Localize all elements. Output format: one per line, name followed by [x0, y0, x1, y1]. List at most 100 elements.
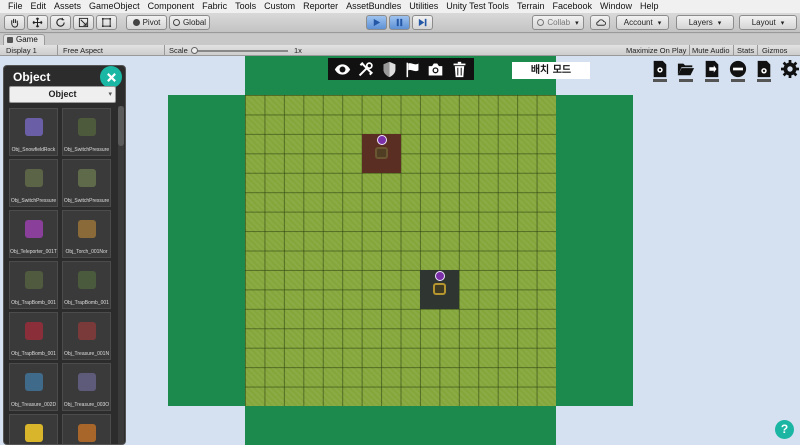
object-palette-item[interactable]: Obj_TrapBomb_001	[9, 312, 58, 360]
account-label: Account	[623, 18, 653, 27]
category-dropdown[interactable]: Object ▾	[9, 86, 116, 103]
game-view[interactable]: 배치 모드 ? Object Object ▾ Obj_SnowfieldRoc…	[0, 56, 800, 445]
global-toggle[interactable]: Global	[169, 15, 210, 30]
close-panel-button[interactable]	[100, 66, 122, 88]
menu-file[interactable]: File	[4, 0, 27, 13]
object-palette-item[interactable]: Obj_Teleporter_001T	[9, 210, 58, 258]
object-label: Obj_SwitchPressure	[63, 147, 110, 153]
menu-window[interactable]: Window	[596, 0, 636, 13]
object-palette-item[interactable]: Obj_TrapBomb_001	[9, 261, 58, 309]
export-button[interactable]	[701, 60, 723, 84]
gizmos-dropdown[interactable]: Gizmos	[762, 45, 787, 56]
camera-icon[interactable]	[427, 60, 445, 78]
menu-fabric[interactable]: Fabric	[198, 0, 231, 13]
collab-icon	[537, 19, 545, 26]
object-palette-item[interactable]: Obj_Torch_001Nor	[62, 210, 111, 258]
aspect-dropdown[interactable]: Free Aspect	[63, 45, 165, 56]
menu-unity-test-tools[interactable]: Unity Test Tools	[442, 0, 513, 13]
maximize-on-play-toggle[interactable]: Maximize On Play	[626, 45, 691, 56]
placed-object-tile[interactable]	[420, 270, 459, 309]
object-palette-item[interactable]: Obj_TrapBomb_001	[62, 261, 111, 309]
hand-tool-button[interactable]	[4, 15, 25, 30]
gear-icon	[781, 60, 799, 78]
object-palette-item[interactable]: Obj_SwitchPressure	[62, 108, 111, 156]
display-dropdown[interactable]: Display 1	[6, 45, 58, 56]
menu-terrain[interactable]: Terrain	[513, 0, 549, 13]
tile-grid[interactable]	[245, 95, 556, 406]
help-button[interactable]: ?	[775, 420, 794, 439]
pivot-label: Pivot	[142, 18, 161, 27]
stats-toggle[interactable]: Stats	[737, 45, 759, 56]
panel-title: Object	[13, 70, 51, 84]
object-label: Obj_Treasure_003O	[63, 402, 110, 408]
layers-dropdown[interactable]: Layers ▾	[676, 15, 734, 30]
tools-icon[interactable]	[357, 60, 375, 78]
account-dropdown[interactable]: Account ▾	[616, 15, 669, 30]
object-label: Obj_SwitchPressure	[63, 198, 110, 204]
object-palette-item[interactable]: Obj_Treasure_002D	[9, 363, 58, 411]
settings-doc-icon	[653, 60, 667, 78]
menu-help[interactable]: Help	[636, 0, 663, 13]
object-palette-item[interactable]	[62, 414, 111, 444]
object-palette-item[interactable]: Obj_Treasure_001N	[62, 312, 111, 360]
cloud-icon	[595, 19, 606, 26]
move-tool-button[interactable]	[27, 15, 48, 30]
shield-icon[interactable]	[380, 60, 398, 78]
menu-component[interactable]: Component	[144, 0, 199, 13]
menu-assets[interactable]: Assets	[50, 0, 85, 13]
step-button[interactable]	[412, 15, 433, 30]
menu-reporter[interactable]: Reporter	[299, 0, 342, 13]
play-button[interactable]	[366, 15, 387, 30]
pause-button[interactable]	[389, 15, 410, 30]
settings-button[interactable]	[779, 60, 800, 84]
placement-mode-label: 배치 모드	[512, 62, 590, 79]
object-palette-item[interactable]: Obj_SnowfieldRock	[9, 108, 58, 156]
remove-button[interactable]	[727, 60, 749, 84]
palette-scrollbar[interactable]	[118, 106, 124, 444]
mute-audio-toggle[interactable]: Mute Audio	[692, 45, 734, 56]
pivot-toggle[interactable]: Pivot	[126, 15, 167, 30]
menu-assetbundles[interactable]: AssetBundles	[342, 0, 405, 13]
scale-slider-track[interactable]	[196, 50, 288, 52]
menu-gameobject[interactable]: GameObject	[85, 0, 144, 13]
flag-icon[interactable]	[404, 60, 422, 78]
object-thumbnail	[78, 373, 96, 391]
object-palette-item[interactable]: Obj_Treasure_003O	[62, 363, 111, 411]
menu-facebook[interactable]: Facebook	[548, 0, 596, 13]
menu-edit[interactable]: Edit	[27, 0, 51, 13]
palette-scrollbar-thumb[interactable]	[118, 106, 124, 146]
eye-icon[interactable]	[334, 60, 352, 78]
tab-game[interactable]: Game	[3, 34, 45, 45]
rotate-tool-button[interactable]	[50, 15, 71, 30]
chevron-down-icon: ▾	[780, 19, 785, 27]
object-label: Obj_TrapBomb_001	[64, 300, 109, 306]
object-palette-item[interactable]: Obj_SwitchPressure	[62, 159, 111, 207]
object-grid: Obj_SnowfieldRock Obj_SwitchPressure Obj_S…	[9, 108, 113, 444]
open-folder-button[interactable]	[675, 60, 697, 84]
layers-label: Layers	[688, 18, 713, 27]
folder-icon	[677, 63, 695, 76]
doc-settings-button[interactable]	[753, 60, 775, 84]
object-label: Obj_Treasure_001N	[63, 351, 110, 357]
settings-doc-button[interactable]	[649, 60, 671, 84]
unity-editor-window: File Edit Assets GameObject Component Fa…	[0, 0, 800, 445]
rect-tool-button[interactable]	[96, 15, 117, 30]
scale-slider-thumb[interactable]	[191, 47, 198, 54]
main-toolbar: Pivot Global Collab ▾ Account ▾ Layers ▾…	[0, 13, 800, 33]
object-palette-item[interactable]	[9, 414, 58, 444]
minus-icon	[729, 60, 747, 78]
trash-icon[interactable]	[450, 60, 468, 78]
cloud-button[interactable]	[590, 15, 610, 30]
globe-icon	[172, 19, 180, 26]
placed-object-tile[interactable]	[362, 134, 401, 173]
collab-button[interactable]: Collab ▾	[532, 15, 584, 30]
layout-dropdown[interactable]: Layout ▾	[739, 15, 797, 30]
menu-tools[interactable]: Tools	[231, 0, 260, 13]
object-palette-item[interactable]: Obj_SwitchPressure	[9, 159, 58, 207]
menu-custom[interactable]: Custom	[260, 0, 299, 13]
object-label: Obj_TrapBomb_001	[11, 300, 56, 306]
move-icon	[32, 17, 43, 28]
scale-tool-button[interactable]	[73, 15, 94, 30]
placed-object	[433, 283, 446, 295]
menu-utilities[interactable]: Utilities	[405, 0, 442, 13]
